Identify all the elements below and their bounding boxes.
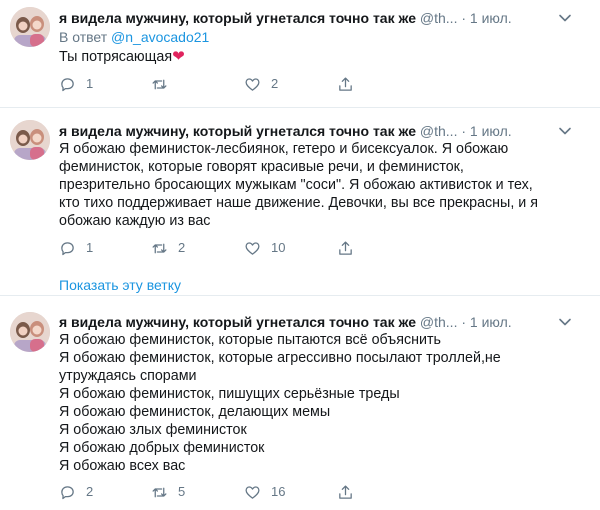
- tweet-header: я видела мужчину, который угнетался точн…: [59, 313, 566, 331]
- retweet-count: 2: [178, 240, 186, 255]
- share-button[interactable]: [337, 238, 354, 258]
- more-options-button[interactable]: [558, 11, 572, 25]
- like-count: 16: [271, 484, 286, 499]
- share-icon: [339, 76, 352, 91]
- tweet-text-line: Я обожаю феминисток, пишущих серьёзные т…: [59, 386, 400, 402]
- reply-button[interactable]: 1: [59, 74, 93, 94]
- tweet-header: я видела мужчину, который угнетался точн…: [59, 9, 566, 27]
- retweet-icon: [152, 487, 167, 497]
- author-name[interactable]: я видела мужчину, который угнетался точн…: [59, 123, 416, 139]
- tweet-text-line: Я обожаю злых феминисток: [59, 422, 247, 438]
- reply-icon: [61, 241, 74, 255]
- like-count: 10: [271, 240, 286, 255]
- tweet-text-line: презрительно бросающих мужыкам "соси". Я…: [59, 177, 533, 193]
- tweet-1[interactable]: я видела мужчину, который угнетался точн…: [0, 0, 600, 105]
- more-options-button[interactable]: [558, 315, 572, 329]
- author-name[interactable]: я видела мужчину, который угнетался точн…: [59, 10, 416, 26]
- reply-button[interactable]: 2: [59, 482, 93, 502]
- reply-count: 1: [86, 240, 94, 255]
- tweet-text-line: Ты потрясающая❤: [59, 48, 185, 65]
- share-icon: [339, 484, 352, 499]
- tweet-text-line: кто тихо поддерживает наше движение. Дев…: [59, 195, 538, 211]
- like-count: 2: [271, 76, 279, 91]
- heart-icon: [245, 77, 260, 91]
- tweet-text-line: Я обожаю всех вас: [59, 458, 186, 474]
- red-heart-emoji: ❤: [172, 48, 185, 65]
- tweet-text-line: обожаю каждую из вас: [59, 213, 211, 229]
- retweet-button[interactable]: 2: [151, 238, 185, 258]
- share-icon: [339, 240, 352, 255]
- retweet-icon: [152, 243, 167, 253]
- author-name[interactable]: я видела мужчину, который угнетался точн…: [59, 314, 416, 330]
- author-handle[interactable]: @th...: [420, 10, 458, 26]
- tweet-text: Ты потрясающая❤: [59, 48, 539, 66]
- heart-icon: [245, 241, 260, 255]
- separator-dot: ·: [461, 314, 467, 330]
- reply-button[interactable]: 1: [59, 238, 93, 258]
- avatar[interactable]: [10, 7, 50, 47]
- author-handle[interactable]: @th...: [420, 123, 458, 139]
- avatar[interactable]: [10, 312, 50, 352]
- reply-icon: [61, 77, 74, 91]
- show-thread-link[interactable]: Показать эту ветку: [59, 276, 181, 294]
- tweet-text: Я обожаю феминисток, которые пытаются вс…: [59, 331, 539, 475]
- chevron-down-icon: [559, 127, 571, 135]
- reply-count: 1: [86, 76, 94, 91]
- retweet-icon: [152, 79, 167, 89]
- reply-context: В ответ @n_avocado21: [59, 28, 209, 46]
- retweet-count: 5: [178, 484, 186, 499]
- tweet-text-line: утруждаясь спорами: [59, 368, 197, 384]
- like-button[interactable]: 10: [244, 238, 285, 258]
- separator-dot: ·: [461, 123, 467, 139]
- like-button[interactable]: 2: [244, 74, 278, 94]
- chevron-down-icon: [559, 318, 571, 326]
- author-handle[interactable]: @th...: [420, 314, 458, 330]
- share-button[interactable]: [337, 482, 354, 502]
- tweet-actions: 1 2 10: [59, 238, 379, 258]
- tweet-text-line: Я обожаю феминисток-лесбиянок, гетеро и …: [59, 141, 509, 157]
- tweet-3[interactable]: я видела мужчину, который угнетался точн…: [0, 296, 600, 510]
- tweet-text-line: Я обожаю феминисток, делающих мемы: [59, 404, 331, 420]
- reply-icon: [61, 485, 74, 499]
- share-button[interactable]: [337, 74, 354, 94]
- tweet-date[interactable]: 1 июл.: [470, 123, 512, 139]
- avatar-image: [10, 312, 50, 352]
- tweet-text-line: Я обожаю феминисток, которые агрессивно …: [59, 350, 501, 366]
- avatar-image: [10, 7, 50, 47]
- tweet-text-line: феминисток, которые говорят красивые реч…: [59, 159, 464, 175]
- retweet-button[interactable]: [151, 74, 178, 94]
- retweet-button[interactable]: 5: [151, 482, 185, 502]
- tweet-actions: 1 2: [59, 74, 379, 94]
- avatar[interactable]: [10, 120, 50, 160]
- avatar-image: [10, 120, 50, 160]
- reply-label: В ответ: [59, 29, 108, 45]
- reply-mention-link[interactable]: @n_avocado21: [111, 29, 209, 45]
- tweet-text-line: Я обожаю феминисток, которые пытаются вс…: [59, 332, 441, 348]
- tweet-header: я видела мужчину, который угнетался точн…: [59, 122, 566, 140]
- heart-icon: [245, 485, 260, 499]
- reply-count: 2: [86, 484, 94, 499]
- chevron-down-icon: [559, 14, 571, 22]
- tweet-actions: 2 5 16: [59, 482, 379, 502]
- tweet-date[interactable]: 1 июл.: [470, 314, 512, 330]
- more-options-button[interactable]: [558, 124, 572, 138]
- tweet-date[interactable]: 1 июл.: [470, 10, 512, 26]
- tweet-2[interactable]: я видела мужчину, который угнетался точн…: [0, 108, 600, 293]
- separator-dot: ·: [461, 10, 467, 26]
- tweet-text-line: Я обожаю добрых феминисток: [59, 440, 265, 456]
- tweet-text: Я обожаю феминисток-лесбиянок, гетеро и …: [59, 140, 539, 230]
- like-button[interactable]: 16: [244, 482, 285, 502]
